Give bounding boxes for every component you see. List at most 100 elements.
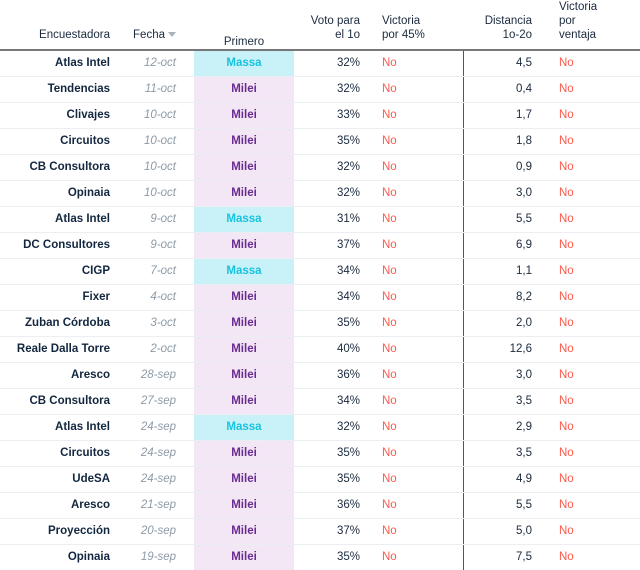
cell-first-place: Milei — [194, 311, 294, 337]
cell-win-advantage: No — [545, 50, 640, 77]
cell-win-45: No — [370, 545, 463, 570]
cell-pollster: Aresco — [0, 363, 122, 389]
cell-gap-first-second: 5,5 — [463, 493, 545, 519]
column-header-gap[interactable]: Distancia 1o-2o — [463, 0, 545, 50]
cell-win-45: No — [370, 519, 463, 545]
cell-vote-first: 32% — [294, 415, 370, 441]
cell-vote-first: 32% — [294, 77, 370, 103]
cell-date: 7-oct — [122, 259, 194, 285]
cell-gap-first-second: 12,6 — [463, 337, 545, 363]
cell-date: 20-sep — [122, 519, 194, 545]
table-row: DC Consultores9-octMilei37%No6,9No — [0, 233, 640, 259]
cell-pollster: Proyección — [0, 519, 122, 545]
cell-pollster: UdeSA — [0, 467, 122, 493]
cell-first-place: Milei — [194, 337, 294, 363]
table-body: Atlas Intel12-octMassa32%No4,5NoTendenci… — [0, 50, 640, 570]
table-header: Encuestadora Fecha Primero Voto para el … — [0, 0, 640, 50]
column-header-win45-line2: por 45% — [382, 28, 463, 42]
cell-pollster: Opinaia — [0, 545, 122, 570]
cell-first-place: Milei — [194, 389, 294, 415]
cell-gap-first-second: 1,7 — [463, 103, 545, 129]
polls-table: Encuestadora Fecha Primero Voto para el … — [0, 0, 640, 570]
cell-win-advantage: No — [545, 311, 640, 337]
column-header-first[interactable]: Primero — [194, 0, 294, 50]
column-header-date-label: Fecha — [122, 28, 176, 42]
cell-vote-first: 35% — [294, 467, 370, 493]
cell-win-advantage: No — [545, 207, 640, 233]
cell-gap-first-second: 2,0 — [463, 311, 545, 337]
column-header-date-text: Fecha — [133, 29, 165, 41]
cell-date: 19-sep — [122, 545, 194, 570]
cell-vote-first: 36% — [294, 363, 370, 389]
column-header-vote-first-line2: el 1o — [294, 28, 360, 42]
cell-gap-first-second: 0,9 — [463, 155, 545, 181]
header-row: Encuestadora Fecha Primero Voto para el … — [0, 0, 640, 50]
cell-vote-first: 32% — [294, 181, 370, 207]
cell-date: 27-sep — [122, 389, 194, 415]
cell-win-45: No — [370, 441, 463, 467]
cell-first-place: Massa — [194, 207, 294, 233]
cell-date: 28-sep — [122, 363, 194, 389]
cell-win-45: No — [370, 493, 463, 519]
cell-first-place: Milei — [194, 129, 294, 155]
table-row: Proyección20-sepMilei37%No5,0No — [0, 519, 640, 545]
cell-date: 11-oct — [122, 77, 194, 103]
cell-first-place: Milei — [194, 467, 294, 493]
cell-win-45: No — [370, 389, 463, 415]
caret-down-icon[interactable] — [168, 32, 176, 37]
table-row: Opinaia10-octMilei32%No3,0No — [0, 181, 640, 207]
cell-pollster: CB Consultora — [0, 389, 122, 415]
cell-pollster: Atlas Intel — [0, 207, 122, 233]
cell-date: 4-oct — [122, 285, 194, 311]
cell-pollster: Opinaia — [0, 181, 122, 207]
cell-first-place: Milei — [194, 233, 294, 259]
cell-vote-first: 40% — [294, 337, 370, 363]
table-row: Zuban Córdoba3-octMilei35%No2,0No — [0, 311, 640, 337]
cell-first-place: Milei — [194, 441, 294, 467]
table-row: Tendencias11-octMilei32%No0,4No — [0, 77, 640, 103]
table-row: Clivajes10-octMilei33%No1,7No — [0, 103, 640, 129]
cell-gap-first-second: 7,5 — [463, 545, 545, 570]
cell-first-place: Massa — [194, 415, 294, 441]
cell-vote-first: 31% — [294, 207, 370, 233]
cell-vote-first: 34% — [294, 389, 370, 415]
cell-date: 10-oct — [122, 181, 194, 207]
cell-pollster: Tendencias — [0, 77, 122, 103]
cell-win-advantage: No — [545, 285, 640, 311]
table-row: CB Consultora27-sepMilei34%No3,5No — [0, 389, 640, 415]
cell-gap-first-second: 4,5 — [463, 50, 545, 77]
cell-vote-first: 37% — [294, 519, 370, 545]
column-header-gap-line1: Distancia — [463, 14, 532, 28]
column-header-date[interactable]: Fecha — [122, 0, 194, 50]
cell-vote-first: 32% — [294, 50, 370, 77]
column-header-vote-first[interactable]: Voto para el 1o — [294, 0, 370, 50]
cell-gap-first-second: 1,1 — [463, 259, 545, 285]
cell-win-45: No — [370, 285, 463, 311]
cell-gap-first-second: 6,9 — [463, 233, 545, 259]
cell-date: 24-sep — [122, 441, 194, 467]
column-header-win-advantage[interactable]: Victoria por ventaja — [545, 0, 640, 50]
cell-win-45: No — [370, 337, 463, 363]
cell-pollster: Circuitos — [0, 441, 122, 467]
cell-first-place: Milei — [194, 545, 294, 570]
cell-pollster: DC Consultores — [0, 233, 122, 259]
cell-gap-first-second: 1,8 — [463, 129, 545, 155]
column-header-pollster[interactable]: Encuestadora — [0, 0, 122, 50]
cell-win-advantage: No — [545, 467, 640, 493]
table-row: Reale Dalla Torre2-octMilei40%No12,6No — [0, 337, 640, 363]
cell-vote-first: 33% — [294, 103, 370, 129]
cell-gap-first-second: 4,9 — [463, 467, 545, 493]
column-header-win45[interactable]: Victoria por 45% — [370, 0, 463, 50]
table-row: Circuitos10-octMilei35%No1,8No — [0, 129, 640, 155]
table-row: Aresco21-sepMilei36%No5,5No — [0, 493, 640, 519]
cell-first-place: Massa — [194, 50, 294, 77]
cell-win-advantage: No — [545, 545, 640, 570]
cell-date: 9-oct — [122, 233, 194, 259]
cell-date: 3-oct — [122, 311, 194, 337]
cell-date: 2-oct — [122, 337, 194, 363]
cell-first-place: Massa — [194, 259, 294, 285]
cell-vote-first: 36% — [294, 493, 370, 519]
cell-win-advantage: No — [545, 337, 640, 363]
cell-win-advantage: No — [545, 441, 640, 467]
cell-pollster: Atlas Intel — [0, 50, 122, 77]
